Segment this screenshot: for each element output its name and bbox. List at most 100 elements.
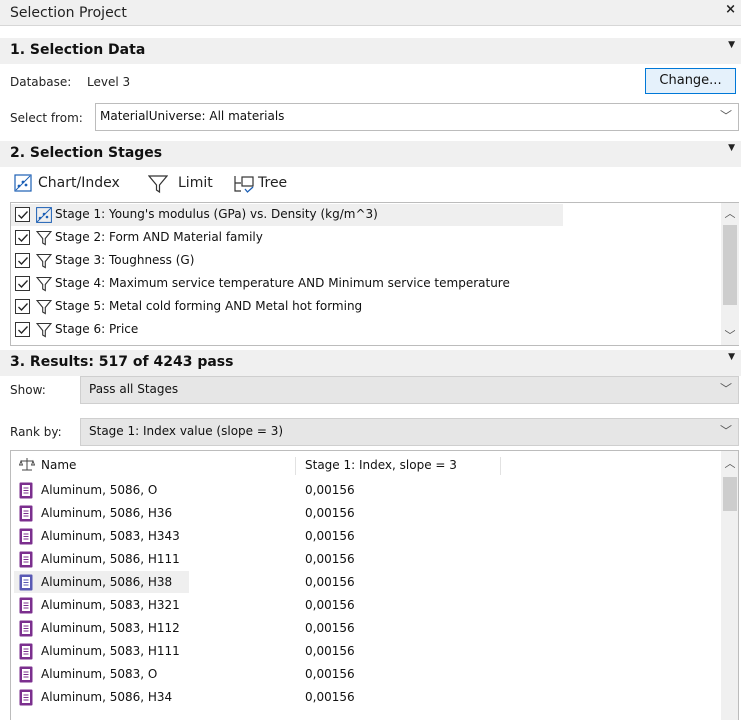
- section-results-header[interactable]: 3. Results: 517 of 4243 pass ▼: [0, 350, 741, 376]
- result-row[interactable]: Aluminum, 5086, O 0,00156: [11, 479, 711, 501]
- rank-by-value: Stage 1: Index value (slope = 3): [89, 424, 284, 438]
- window-titlebar: Selection Project ×: [0, 0, 741, 26]
- scroll-down-icon[interactable]: ﹀: [721, 327, 739, 343]
- result-value: 0,00156: [305, 529, 355, 543]
- scroll-up-icon[interactable]: ︿: [721, 455, 738, 471]
- result-row[interactable]: Aluminum, 5083, H112 0,00156: [11, 617, 711, 639]
- filter-icon: [148, 175, 168, 194]
- stage-item[interactable]: Stage 3: Toughness (G): [11, 250, 711, 272]
- database-value: Level 3: [87, 75, 131, 89]
- chevron-down-icon: ﹀: [719, 424, 732, 438]
- stage-label: Stage 1: Young's modulus (GPa) vs. Densi…: [55, 207, 378, 221]
- show-dropdown[interactable]: Pass all Stages ﹀: [80, 376, 739, 404]
- result-row-selected[interactable]: Aluminum, 5086, H38 0,00156: [11, 571, 711, 593]
- stage-item[interactable]: Stage 2: Form AND Material family: [11, 227, 711, 249]
- collapse-icon[interactable]: ▼: [728, 143, 735, 153]
- result-name: Aluminum, 5083, H112: [41, 621, 180, 635]
- filter-icon: [36, 322, 52, 338]
- result-row[interactable]: Aluminum, 5083, H321 0,00156: [11, 594, 711, 616]
- filter-icon: [36, 276, 52, 292]
- result-value: 0,00156: [305, 621, 355, 635]
- close-icon[interactable]: ×: [725, 2, 736, 17]
- result-row[interactable]: Aluminum, 5086, H111 0,00156: [11, 548, 711, 570]
- stage-checkbox[interactable]: [15, 230, 30, 245]
- show-value: Pass all Stages: [89, 382, 179, 396]
- tree-button[interactable]: Tree: [233, 172, 303, 196]
- checkmark-icon: [18, 280, 28, 288]
- result-name: Aluminum, 5086, H38: [41, 575, 173, 589]
- record-icon: [19, 505, 33, 522]
- stage-checkbox[interactable]: [15, 322, 30, 337]
- section-title: 1. Selection Data: [10, 42, 146, 58]
- result-row[interactable]: Aluminum, 5086, H34 0,00156: [11, 686, 711, 708]
- result-name: Aluminum, 5086, O: [41, 483, 158, 497]
- result-row[interactable]: Aluminum, 5086, H36 0,00156: [11, 502, 711, 524]
- scale-icon[interactable]: [19, 457, 35, 471]
- stage-checkbox[interactable]: [15, 253, 30, 268]
- stage-checkbox[interactable]: [15, 207, 30, 222]
- result-row[interactable]: Aluminum, 5083, H343 0,00156: [11, 525, 711, 547]
- result-value: 0,00156: [305, 690, 355, 704]
- collapse-icon[interactable]: ▼: [728, 40, 735, 50]
- stage-checkbox[interactable]: [15, 276, 30, 291]
- record-icon: [19, 482, 33, 499]
- limit-label: Limit: [178, 175, 213, 191]
- select-from-label: Select from:: [10, 111, 83, 125]
- change-database-button[interactable]: Change...: [645, 68, 736, 94]
- stage-item[interactable]: Stage 6: Price: [11, 319, 711, 341]
- result-name: Aluminum, 5083, H111: [41, 644, 180, 658]
- result-value: 0,00156: [305, 598, 355, 612]
- result-name: Aluminum, 5083, O: [41, 667, 158, 681]
- section-selection-stages-header[interactable]: 2. Selection Stages ▼: [0, 141, 741, 167]
- stage-item[interactable]: Stage 5: Metal cold forming AND Metal ho…: [11, 296, 711, 318]
- record-icon: [19, 689, 33, 706]
- select-from-value: MaterialUniverse: All materials: [100, 109, 285, 123]
- rank-by-dropdown[interactable]: Stage 1: Index value (slope = 3) ﹀: [80, 418, 739, 446]
- filter-icon: [36, 253, 52, 269]
- section-selection-data-header[interactable]: 1. Selection Data ▼: [0, 38, 741, 64]
- column-header-name[interactable]: Name: [41, 458, 76, 472]
- chart-index-label: Chart/Index: [38, 175, 120, 191]
- rank-by-label: Rank by:: [10, 425, 62, 439]
- collapse-icon[interactable]: ▼: [728, 352, 735, 362]
- checkmark-icon: [18, 234, 28, 242]
- stage-item[interactable]: Stage 4: Maximum service temperature AND…: [11, 273, 711, 295]
- show-label: Show:: [10, 383, 46, 397]
- scroll-up-icon[interactable]: ︿: [721, 205, 739, 221]
- result-name: Aluminum, 5086, H111: [41, 552, 180, 566]
- window-title: Selection Project: [10, 5, 127, 21]
- stages-scrollbar[interactable]: ︿ ﹀: [721, 203, 739, 345]
- scrollbar-thumb[interactable]: [723, 477, 737, 511]
- results-scrollbar[interactable]: ︿: [721, 451, 738, 720]
- result-value: 0,00156: [305, 552, 355, 566]
- stage-checkbox[interactable]: [15, 299, 30, 314]
- result-row[interactable]: Aluminum, 5083, H111 0,00156: [11, 640, 711, 662]
- scrollbar-thumb[interactable]: [723, 225, 737, 305]
- column-header-index[interactable]: Stage 1: Index, slope = 3: [305, 458, 457, 472]
- section-title: 3. Results: 517 of 4243 pass: [10, 354, 234, 370]
- result-name: Aluminum, 5086, H34: [41, 690, 173, 704]
- result-value: 0,00156: [305, 506, 355, 520]
- column-divider[interactable]: [295, 457, 296, 475]
- record-icon: [19, 620, 33, 637]
- checkmark-icon: [18, 211, 28, 219]
- column-divider[interactable]: [500, 457, 501, 475]
- chart-index-button[interactable]: Chart/Index: [14, 172, 134, 196]
- stages-list: Stage 1: Young's modulus (GPa) vs. Densi…: [10, 202, 739, 346]
- results-header: Name Stage 1: Index, slope = 3: [11, 451, 711, 475]
- result-value: 0,00156: [305, 667, 355, 681]
- stage-item[interactable]: Stage 1: Young's modulus (GPa) vs. Densi…: [11, 204, 563, 226]
- result-row[interactable]: Aluminum, 5083, O 0,00156: [11, 663, 711, 685]
- chevron-down-icon: ﹀: [719, 382, 732, 396]
- record-icon: [19, 528, 33, 545]
- chart-index-icon: [36, 207, 52, 223]
- result-value: 0,00156: [305, 575, 355, 589]
- stage-label: Stage 5: Metal cold forming AND Metal ho…: [55, 299, 363, 313]
- result-name: Aluminum, 5086, H36: [41, 506, 173, 520]
- chevron-down-icon: ﹀: [719, 109, 732, 123]
- result-value: 0,00156: [305, 483, 355, 497]
- limit-button[interactable]: Limit: [148, 172, 228, 196]
- select-from-dropdown[interactable]: MaterialUniverse: All materials ﹀: [95, 103, 739, 131]
- record-icon: [19, 551, 33, 568]
- stage-label: Stage 4: Maximum service temperature AND…: [55, 276, 510, 290]
